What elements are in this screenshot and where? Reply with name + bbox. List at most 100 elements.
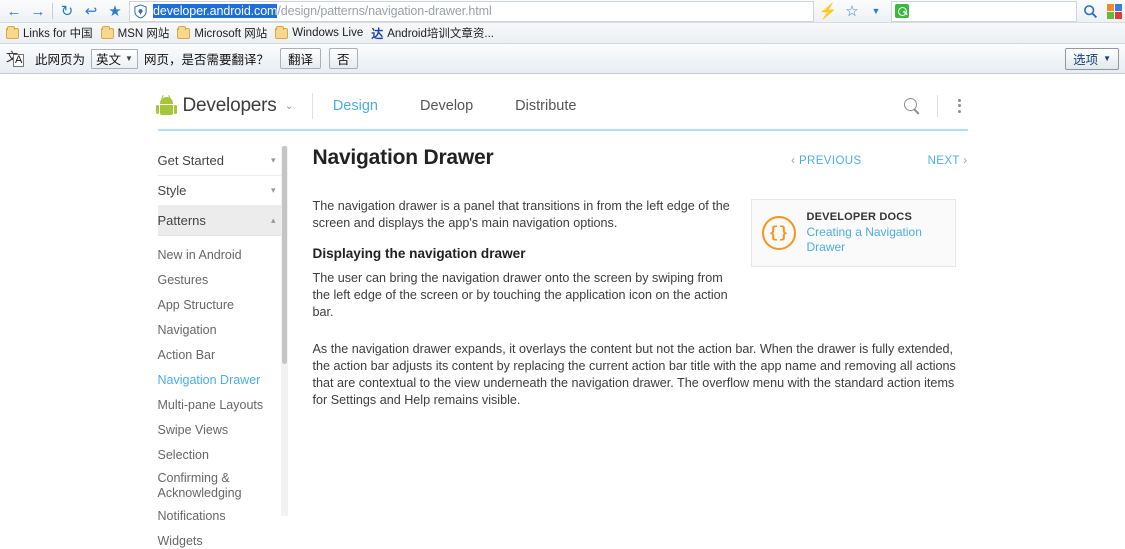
bookmarks-bar: Links for 中国 MSN 网站 Microsoft 网站 Windows… bbox=[0, 23, 1125, 44]
translate-options-button[interactable]: 选项 ▼ bbox=[1065, 47, 1119, 70]
section-heading: Displaying the navigation drawer bbox=[312, 246, 526, 261]
android-robot-icon bbox=[155, 94, 177, 115]
previous-link[interactable]: ‹ PREVIOUS bbox=[791, 155, 861, 167]
search-icon bbox=[1083, 4, 1097, 18]
sidebar-item-action-bar[interactable]: Action Bar bbox=[158, 343, 288, 368]
developer-docs-card[interactable]: {} DEVELOPER DOCS Creating a Navigation … bbox=[750, 199, 956, 267]
sidebar-group-style[interactable]: Style ▾ bbox=[157, 176, 288, 206]
bookmark-item[interactable]: Windows Live bbox=[273, 24, 369, 43]
translate-prefix-text: 此网页为 bbox=[35, 53, 86, 67]
folder-icon bbox=[177, 25, 191, 39]
browser-chrome: ← → ↻ ↩ ★ developer.android.com/design/p… bbox=[0, 0, 1125, 74]
bookmark-label: MSN 网站 bbox=[117, 28, 170, 40]
second-paragraph: The user can bring the navigation drawer… bbox=[312, 271, 728, 319]
chevron-left-icon: ‹ bbox=[791, 155, 796, 167]
translate-button[interactable]: 翻译 bbox=[279, 48, 321, 69]
docs-sidebar: Get Started ▾ Style ▾ Patterns ▴ New in … bbox=[157, 146, 288, 548]
sidebar-item-widgets[interactable]: Widgets bbox=[158, 529, 288, 548]
folder-icon bbox=[6, 25, 19, 39]
sidebar-item-confirming-acknowledging[interactable]: Confirming & Acknowledging bbox=[158, 468, 263, 504]
body-area: The navigation drawer is a panel that tr… bbox=[313, 198, 968, 335]
browser-search-box[interactable] bbox=[891, 0, 1077, 22]
favorites-star-button[interactable]: ★ bbox=[103, 1, 127, 22]
sidebar-item-navigation[interactable]: Navigation bbox=[158, 318, 288, 343]
sidebar-item-navigation-drawer[interactable]: Navigation Drawer bbox=[158, 368, 288, 393]
toolbar-right-cluster: ⚡ ☆ ▼ bbox=[816, 0, 1123, 22]
translate-suffix-text: 网页，是否需要翻译？ bbox=[143, 53, 269, 67]
forward-button[interactable]: → bbox=[26, 1, 50, 22]
android-developers-header: Developers ⌄ Design Develop Distribute bbox=[155, 74, 968, 127]
next-link[interactable]: NEXT › bbox=[928, 155, 968, 167]
bookmark-label: Android培训文章资... bbox=[387, 28, 494, 40]
grid-quadrant bbox=[1106, 11, 1114, 19]
lightning-icon[interactable]: ⚡ bbox=[816, 1, 840, 22]
translate-options-label: 选项 bbox=[1073, 53, 1099, 67]
braces-icon: {} bbox=[761, 216, 796, 250]
sidebar-scrollbar[interactable] bbox=[280, 146, 288, 516]
developer-docs-label: DEVELOPER DOCS bbox=[806, 211, 912, 223]
browser-toolbar: ← → ↻ ↩ ★ developer.android.com/design/p… bbox=[0, 0, 1125, 23]
search-input[interactable] bbox=[909, 3, 1073, 19]
toolbar-separator bbox=[52, 3, 53, 19]
aside-column: {} DEVELOPER DOCS Creating a Navigation … bbox=[731, 198, 968, 335]
chevron-down-icon: ▼ bbox=[1103, 54, 1111, 63]
translate-icon: 文 A bbox=[6, 49, 26, 69]
sidebar-item-app-structure[interactable]: App Structure bbox=[158, 293, 288, 318]
search-go-button[interactable] bbox=[1077, 1, 1103, 22]
bookmark-label: Windows Live bbox=[292, 27, 364, 39]
bookmark-item[interactable]: Links for 中国 bbox=[4, 24, 99, 43]
third-paragraph: As the navigation drawer expands, it ove… bbox=[312, 342, 956, 407]
chevron-down-icon: ▾ bbox=[270, 185, 276, 195]
bookmark-item[interactable]: 达 Android培训文章资... bbox=[369, 24, 500, 43]
content-columns: Get Started ▾ Style ▾ Patterns ▴ New in … bbox=[157, 146, 968, 548]
bookmark-item[interactable]: Microsoft 网站 bbox=[175, 24, 273, 43]
sidebar-item-notifications[interactable]: Notifications bbox=[158, 504, 288, 529]
main-content: Navigation Drawer ‹ PREVIOUS NEXT › The … bbox=[288, 146, 968, 548]
bookmark-item[interactable]: MSN 网站 bbox=[99, 24, 176, 43]
chevron-down-icon[interactable]: ▼ bbox=[864, 1, 888, 22]
web-page: Developers ⌄ Design Develop Distribute G… bbox=[0, 74, 1125, 548]
sidebar-group-label: Patterns bbox=[157, 213, 206, 228]
sidebar-item-gestures[interactable]: Gestures bbox=[158, 268, 288, 293]
address-bar[interactable]: developer.android.com/design/patterns/na… bbox=[129, 0, 814, 22]
title-row: Navigation Drawer ‹ PREVIOUS NEXT › bbox=[313, 146, 968, 170]
chevron-right-icon: › bbox=[963, 155, 968, 167]
refresh-button[interactable]: ↻ bbox=[55, 1, 79, 22]
developer-docs-link[interactable]: Creating a Navigation Drawer bbox=[807, 225, 932, 255]
back-button[interactable]: ← bbox=[2, 1, 26, 22]
bookmark-label: Links for 中国 bbox=[23, 28, 93, 40]
sidebar-group-get-started[interactable]: Get Started ▾ bbox=[157, 146, 288, 176]
next-label: NEXT bbox=[927, 155, 960, 167]
sidebar-group-patterns[interactable]: Patterns ▴ bbox=[157, 206, 288, 236]
chevron-down-icon[interactable]: ⌄ bbox=[285, 99, 294, 112]
bookmark-label: Microsoft 网站 bbox=[194, 28, 268, 40]
add-favorite-icon[interactable]: ☆ bbox=[840, 1, 864, 22]
folder-icon bbox=[100, 25, 114, 39]
search-icon[interactable] bbox=[901, 95, 923, 117]
sidebar-scrollbar-thumb[interactable] bbox=[281, 146, 287, 364]
translate-decline-button[interactable]: 否 bbox=[328, 48, 358, 69]
url-text: developer.android.com/design/patterns/na… bbox=[153, 4, 492, 18]
translate-language-select[interactable]: 英文 ▼ bbox=[91, 48, 138, 69]
sidebar-item-multi-pane-layouts[interactable]: Multi-pane Layouts bbox=[158, 393, 288, 418]
sidebar-item-list: New in Android Gestures App Structure Na… bbox=[158, 236, 288, 548]
body-text-column: The navigation drawer is a panel that tr… bbox=[313, 198, 731, 335]
tab-develop[interactable]: Develop bbox=[420, 98, 473, 114]
chevron-down-icon: ▼ bbox=[125, 54, 133, 63]
sidebar-item-new-in-android[interactable]: New in Android bbox=[158, 243, 288, 268]
grid-quadrant bbox=[1114, 3, 1122, 11]
grid-quadrant bbox=[1114, 11, 1122, 19]
security-shield-icon bbox=[134, 3, 147, 19]
sidebar-item-swipe-views[interactable]: Swipe Views bbox=[158, 418, 288, 443]
tab-design[interactable]: Design bbox=[333, 98, 378, 114]
sidebar-item-selection[interactable]: Selection bbox=[158, 443, 288, 468]
overflow-menu-icon[interactable] bbox=[952, 95, 968, 117]
grid-quadrant bbox=[1106, 3, 1114, 11]
chevron-down-icon: ▾ bbox=[270, 155, 276, 165]
brand-label: Developers bbox=[182, 94, 277, 116]
apps-grid-icon[interactable] bbox=[1105, 1, 1123, 22]
tab-distribute[interactable]: Distribute bbox=[515, 98, 576, 114]
home-button[interactable]: ↩ bbox=[79, 1, 103, 22]
translate-infobar: 文 A 此网页为 英文 ▼ 网页，是否需要翻译？ 翻译 否 选项 ▼ bbox=[0, 44, 1125, 74]
previous-label: PREVIOUS bbox=[798, 155, 862, 167]
